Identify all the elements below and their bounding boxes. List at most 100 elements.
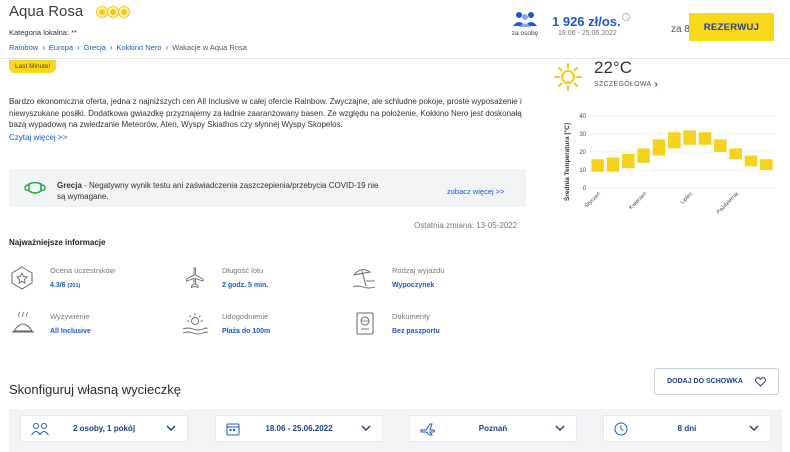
info-documents: Dokumenty Bez paszportu xyxy=(351,311,521,341)
temperature-bar xyxy=(760,159,773,170)
x-tick-label: Styczeń xyxy=(584,191,602,209)
info-value: 2 godz. 5 min. xyxy=(222,282,269,289)
star-icon xyxy=(119,6,130,17)
info-label: Długość lotu xyxy=(222,266,264,275)
covid-message: - Negatywny wynik testu ani zaświadczeni… xyxy=(57,181,379,201)
local-category: Kategoria lokalna: ** xyxy=(9,28,77,37)
key-info-title: Najważniejsze informacje xyxy=(9,238,106,247)
covid-country: Grecja xyxy=(57,181,82,190)
rating-badge-icon xyxy=(11,266,33,290)
temperature-bar xyxy=(622,153,635,169)
weather-details-label: SZCZEGÓŁOWA xyxy=(594,81,652,88)
chevron-right-icon: › xyxy=(42,43,45,52)
read-more-link[interactable]: Czytaj więcej >> xyxy=(9,133,67,142)
x-tick-label: Kwiecień xyxy=(628,191,648,211)
breadcrumb: Rainbow › Europa › Grecja › Kokkino Nero… xyxy=(9,43,247,52)
per-person-label: za osobę xyxy=(511,30,539,37)
info-amenity: Udogodnienie Plaża do 100m xyxy=(181,311,351,341)
info-value: All Inclusive xyxy=(50,328,91,335)
duration-select[interactable]: 8 dni xyxy=(603,415,771,442)
temperature-chart: Średnia Temperatura [°C] 0 10 20 30 40 Stycz… xyxy=(562,114,774,216)
covid-info: Grecja - Negatywny wynik testu ani zaświ… xyxy=(9,169,526,207)
chevron-down-icon xyxy=(555,425,565,432)
breadcrumb-item[interactable]: Rainbow xyxy=(9,43,38,52)
book-button[interactable]: REZERWUJ xyxy=(689,13,774,41)
food-icon xyxy=(12,311,34,333)
sun-icon xyxy=(554,63,582,91)
dates-select[interactable]: 18.06 - 25.06.2022 xyxy=(215,415,383,442)
info-value[interactable]: 4.3/6 (201) xyxy=(50,282,80,289)
chevron-right-icon: › xyxy=(109,43,113,52)
temperature-bar xyxy=(714,139,727,152)
breadcrumb-current: Wakacje w Aqua Rosa xyxy=(172,43,247,52)
temperature-bar xyxy=(668,132,681,149)
chevron-right-icon: › xyxy=(654,79,659,90)
hotel-name: Aqua Rosa xyxy=(9,3,84,20)
people-icon xyxy=(513,12,537,27)
x-tick-label: Lipiec xyxy=(680,191,695,206)
y-tick-label: 20 xyxy=(579,150,586,156)
price: 1 926 zł/os. xyxy=(552,14,621,29)
airplane-icon xyxy=(186,267,204,289)
star-icon xyxy=(97,6,108,17)
people-select[interactable]: 2 osoby, 1 pokój xyxy=(20,415,188,442)
persons-selector[interactable]: za osobę xyxy=(504,10,546,37)
covid-text: Grecja - Negatywny wynik testu ani zaświ… xyxy=(57,180,387,202)
breadcrumb-item[interactable]: Kokkino Nero xyxy=(116,43,161,52)
temperature-bar xyxy=(683,130,696,145)
offer-description: Bardzo ekonomiczna oferta, jedna z najni… xyxy=(9,97,522,129)
last-minute-badge: Last Minute! xyxy=(9,60,57,73)
chevron-right-icon: › xyxy=(165,43,169,52)
star-rating xyxy=(97,6,130,17)
covid-more-link[interactable]: zobacz więcej >> xyxy=(447,187,505,196)
breadcrumb-item[interactable]: Grecja xyxy=(84,43,106,52)
weather-details-link[interactable]: SZCZEGÓŁOWA › xyxy=(594,79,658,90)
info-board: Wyżywienie All Inclusive xyxy=(9,311,179,341)
y-tick-label: 30 xyxy=(579,132,586,138)
info-trip-type: Rodzaj wyjazdu Wypoczynek xyxy=(351,265,521,295)
y-tick-label: 10 xyxy=(579,168,586,174)
temperature-bar xyxy=(591,159,604,172)
info-label: Wyżywienie xyxy=(50,312,90,321)
departure-select[interactable]: Poznań xyxy=(409,415,577,442)
add-to-clipboard-button[interactable]: DODAJ DO SCHOWKA xyxy=(654,368,779,395)
star-icon xyxy=(108,6,119,17)
duration-value: 8 dni xyxy=(677,424,697,433)
temperature-bar xyxy=(744,155,758,167)
divider xyxy=(0,58,790,59)
temperature-bar xyxy=(729,148,742,160)
configurator-bar: 2 osoby, 1 pokój 18.06 - 25.06.2022 Pozn… xyxy=(9,409,782,452)
info-label: Udogodnienie xyxy=(222,312,269,321)
temperature-bar xyxy=(637,148,650,163)
beach-umbrella-icon xyxy=(352,269,376,289)
price-box: za osobę 1 926 zł/os. i 18.06 - 25.06.20… xyxy=(500,10,790,46)
chevron-down-icon xyxy=(749,425,759,432)
departure-value: Poznań xyxy=(478,424,508,433)
chevron-down-icon xyxy=(166,425,176,432)
hotel-title: Aqua Rosa xyxy=(9,3,130,20)
breadcrumb-item[interactable]: Europa xyxy=(49,43,73,52)
info-icon[interactable]: i xyxy=(622,13,630,21)
temperature-bar xyxy=(698,132,712,145)
temperature-bar xyxy=(652,139,666,156)
info-value: Plaża do 100m xyxy=(222,328,271,335)
y-axis-label: Średnia Temperatura [°C] xyxy=(562,123,571,201)
last-change: Ostatnia zmiana: 13-05-2022 xyxy=(414,221,518,230)
y-tick-label: 0 xyxy=(583,186,587,192)
x-tick-label: Październik xyxy=(716,191,741,216)
passport-icon xyxy=(356,312,374,335)
y-tick-label: 40 xyxy=(579,114,586,120)
people-value: 2 osoby, 1 pokój xyxy=(72,424,136,433)
beach-sun-icon xyxy=(182,313,208,335)
info-rating: Ocena uczestników 4.3/6 (201) xyxy=(9,265,179,295)
info-label: Rodzaj wyjazdu xyxy=(392,266,445,275)
heart-icon xyxy=(754,376,766,387)
chevron-right-icon: › xyxy=(77,43,80,52)
info-value: Bez paszportu xyxy=(392,328,440,335)
info-label: Dokumenty xyxy=(392,312,430,321)
info-label: Ocena uczestników xyxy=(50,266,116,275)
price-dates: 18.06 - 25.06.2022 xyxy=(558,30,617,37)
configure-title: Skonfiguruj własną wycieczkę xyxy=(9,382,181,397)
dates-value: 18.06 - 25.06.2022 xyxy=(265,424,333,433)
temperature-bar xyxy=(606,157,620,172)
